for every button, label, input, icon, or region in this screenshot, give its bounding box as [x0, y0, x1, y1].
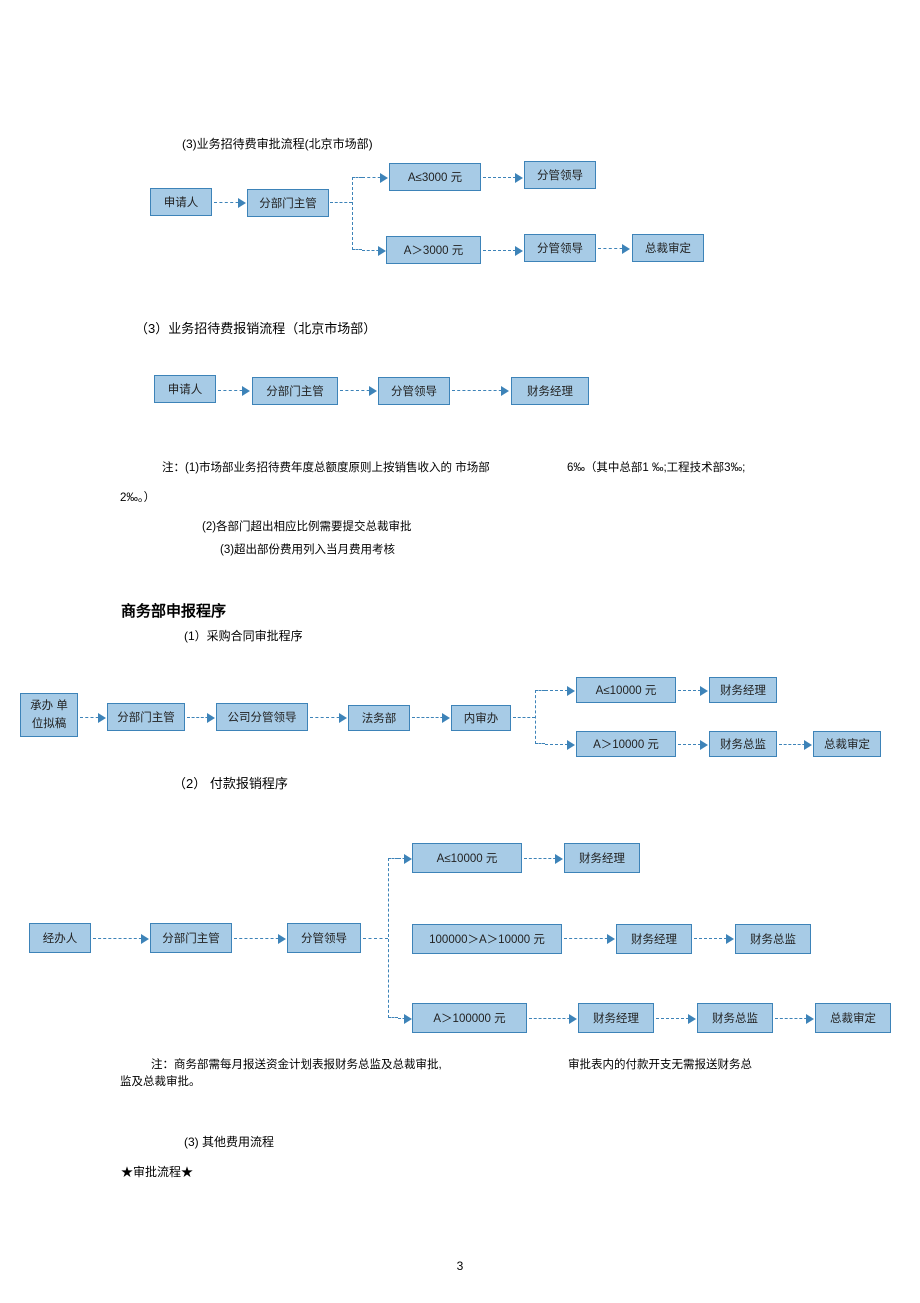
note2-l1b: 审批表内的付款开支无需报送财务总	[568, 1056, 752, 1072]
flow3-cond2: A＞10000 元	[576, 731, 676, 757]
flow3-findir: 财务总监	[709, 731, 777, 757]
arrow	[483, 250, 521, 251]
flow4-fm3: 财务经理	[578, 1003, 654, 1033]
flow3-finmgr: 财务经理	[709, 677, 777, 703]
flow4-cond1: A≤10000 元	[412, 843, 522, 873]
section2-sub1: (1）采购合同审批程序	[184, 627, 303, 644]
flow4-handler: 经办人	[29, 923, 91, 953]
sub3: (3) 其他费用流程	[184, 1133, 274, 1150]
flow4-fm2: 财务经理	[616, 924, 692, 954]
arrow	[656, 1018, 694, 1019]
flow3-cond1: A≤10000 元	[576, 677, 676, 703]
flow1-ceo: 总裁审定	[632, 234, 704, 262]
arrow	[362, 250, 384, 251]
arrow	[398, 858, 410, 859]
arrow	[214, 202, 244, 203]
flow4-fm1: 财务经理	[564, 843, 640, 873]
arrow	[187, 717, 213, 718]
flow2-leader: 分管领导	[378, 377, 450, 405]
arrow	[779, 744, 810, 745]
bracket	[535, 690, 545, 744]
arrow	[93, 938, 147, 939]
note2-l2: 监及总裁审批。	[120, 1073, 201, 1089]
flow3-co-leader: 公司分管领导	[216, 703, 308, 731]
sub2: （2） 付款报销程序	[173, 773, 288, 792]
flow4-fd2: 财务总监	[735, 924, 811, 954]
arrow	[564, 938, 613, 939]
flow4-dept-head: 分部门主管	[150, 923, 232, 953]
flow1-title: (3)业务招待费审批流程(北京市场部)	[182, 135, 373, 152]
arrow	[362, 177, 386, 178]
sub3b: ★审批流程★	[121, 1163, 193, 1180]
arrow	[545, 744, 573, 745]
arrow	[529, 1018, 575, 1019]
arrow	[340, 390, 375, 391]
flow1-applicant: 申请人	[150, 188, 212, 216]
flow4-cond2: 100000＞A＞10000 元	[412, 924, 562, 954]
section2-title: 商务部申报程序	[121, 600, 226, 621]
arrow	[678, 744, 706, 745]
arrow	[598, 248, 628, 249]
note1-line1a: 注：(1)市场部业务招待费年度总额度原则上按销售收入的 市场部	[162, 459, 490, 475]
flow1-leader-b: 分管领导	[524, 234, 596, 262]
arrow	[412, 717, 448, 718]
arrow	[452, 390, 507, 391]
flow1-cond-gt3000: A＞3000 元	[386, 236, 481, 264]
bracket	[352, 177, 362, 250]
arrow	[398, 1018, 410, 1019]
note1-line2: (2)各部门超出相应比例需要提交总裁审批	[202, 518, 412, 534]
flow3-audit: 内审办	[451, 705, 511, 731]
arrow	[310, 717, 345, 718]
flow2-applicant: 申请人	[154, 375, 216, 403]
flow1-cond-le3000: A≤3000 元	[389, 163, 481, 191]
arrow	[545, 690, 573, 691]
arrow	[678, 690, 706, 691]
note1-line3: (3)超出部份费用列入当月费用考核	[220, 541, 395, 557]
flow4-fd3: 财务总监	[697, 1003, 773, 1033]
flow1-dept-head: 分部门主管	[247, 189, 329, 217]
note1-line1b: 6‰（其中总部1 ‰;工程技术部3‰;	[567, 459, 745, 475]
flow3-dept-head: 分部门主管	[107, 703, 185, 731]
arrow	[234, 938, 284, 939]
arrow	[775, 1018, 812, 1019]
bracket	[388, 858, 398, 1018]
flow3-legal: 法务部	[348, 705, 410, 731]
flow4-ceo3: 总裁审定	[815, 1003, 891, 1033]
arrow	[218, 390, 248, 391]
flow3-ceo: 总裁审定	[813, 731, 881, 757]
flow3-drafter: 承办 单位拟稿	[20, 693, 78, 737]
flow4-cond3: A＞100000 元	[412, 1003, 527, 1033]
flow2-title: （3）业务招待费报销流程（北京市场部）	[135, 318, 376, 337]
note1-line1c: 2‰。）	[120, 489, 155, 505]
note2-l1a: 注：商务部需每月报送资金计划表报财务总监及总裁审批,	[151, 1056, 442, 1072]
flow2-fin-mgr: 财务经理	[511, 377, 589, 405]
page-number: 3	[0, 1259, 920, 1273]
arrow	[524, 858, 561, 859]
flow4-leader: 分管领导	[287, 923, 361, 953]
arrow	[80, 717, 104, 718]
flow1-leader-a: 分管领导	[524, 161, 596, 189]
flow2-dept-head: 分部门主管	[252, 377, 338, 405]
arrow	[483, 177, 521, 178]
arrow	[694, 938, 732, 939]
